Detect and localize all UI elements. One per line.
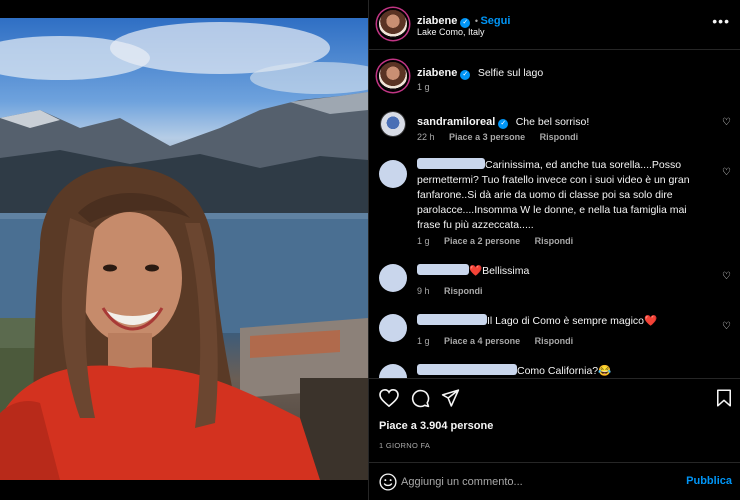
post-photo[interactable] xyxy=(0,18,368,480)
hidden-username[interactable] xyxy=(417,158,485,169)
reply-button[interactable]: Rispondi xyxy=(444,286,483,296)
post-header: ziabene ✓ • Segui Lake Como, Italy ••• xyxy=(369,0,740,50)
comment-line: Como California?😂 xyxy=(417,364,611,378)
heart-icon[interactable]: ♡ xyxy=(722,168,732,178)
hidden-username[interactable] xyxy=(417,364,517,375)
comment-meta: 22 h Piace a 3 persone Rispondi xyxy=(417,132,578,142)
verified-icon: ✓ xyxy=(460,70,471,80)
comment-avatar[interactable] xyxy=(379,364,407,378)
comment-time[interactable]: 1 g xyxy=(417,336,430,346)
comment-time[interactable]: 9 h xyxy=(417,286,430,296)
reply-button[interactable]: Rispondi xyxy=(535,236,574,246)
comment-icon[interactable] xyxy=(411,389,430,408)
comment-meta: 1 g Piace a 2 persone Rispondi xyxy=(417,236,573,246)
hidden-username[interactable] xyxy=(417,264,469,275)
caption-avatar[interactable] xyxy=(379,62,407,90)
reply-button[interactable]: Rispondi xyxy=(540,132,579,142)
comment-text: Carinissima, ed anche tua sorella....Pos… xyxy=(417,159,690,231)
heart-icon[interactable]: ♡ xyxy=(722,272,732,282)
comment-line: Carinissima, ed anche tua sorella....Pos… xyxy=(417,158,707,233)
heart-icon[interactable]: ♡ xyxy=(722,118,732,128)
comment-time[interactable]: 22 h xyxy=(417,132,435,142)
emoji-icon[interactable] xyxy=(379,473,397,491)
action-bar: Piace a 3.904 persone 1 GIORNO FA xyxy=(369,378,740,460)
author-username[interactable]: ziabene xyxy=(417,15,457,27)
comment-line: Il Lago di Como è sempre magico❤️ xyxy=(417,314,657,329)
post-panel: ziabene ✓ • Segui Lake Como, Italy ••• zi… xyxy=(369,0,740,500)
comment-text: Il Lago di Como è sempre magico❤️ xyxy=(487,315,658,327)
heart-icon[interactable] xyxy=(379,389,399,407)
comment-avatar[interactable] xyxy=(379,314,407,342)
comment-composer: Pubblica xyxy=(369,462,740,500)
comment-avatar[interactable] xyxy=(381,112,405,136)
comment-avatar[interactable] xyxy=(379,264,407,292)
comment-meta: 1 g Piace a 4 persone Rispondi xyxy=(417,336,573,346)
comment-time[interactable]: 1 g xyxy=(417,236,430,246)
comment-meta: 9 h Rispondi xyxy=(417,286,483,296)
caption-text: Selfie sul lago xyxy=(477,67,544,79)
comment-text: ❤️Bellissima xyxy=(469,265,530,277)
hidden-username[interactable] xyxy=(417,314,487,325)
author-avatar[interactable] xyxy=(379,10,407,38)
photo-illustration xyxy=(0,22,368,480)
comment-username[interactable]: sandramiloreal xyxy=(417,116,495,128)
comment-text: Como California?😂 xyxy=(517,365,612,377)
comment-text: Che bel sorriso! xyxy=(515,116,590,128)
heart-icon[interactable]: ♡ xyxy=(722,322,732,332)
post-date[interactable]: 1 GIORNO FA xyxy=(379,441,430,450)
more-horizontal-icon[interactable]: ••• xyxy=(712,13,730,29)
comment-likes[interactable]: Piace a 4 persone xyxy=(444,336,520,346)
follow-button[interactable]: Segui xyxy=(480,15,510,27)
bookmark-icon[interactable] xyxy=(717,389,731,407)
caption-time[interactable]: 1 g xyxy=(417,82,430,92)
likes-count[interactable]: Piace a 3.904 persone xyxy=(379,420,493,432)
comment-avatar[interactable] xyxy=(379,160,407,188)
comment-input[interactable] xyxy=(401,473,671,491)
caption-line: ziabene ✓ Selfie sul lago xyxy=(417,63,543,81)
caption-username[interactable]: ziabene xyxy=(417,67,457,79)
reply-button[interactable]: Rispondi xyxy=(535,336,574,346)
comment-likes[interactable]: Piace a 2 persone xyxy=(444,236,520,246)
publish-button[interactable]: Pubblica xyxy=(686,475,732,487)
comment-line: ❤️Bellissima xyxy=(417,264,529,279)
verified-icon: ✓ xyxy=(498,119,509,129)
comment-line: sandramiloreal ✓ Che bel sorriso! xyxy=(417,112,717,130)
comment-likes[interactable]: Piace a 3 persone xyxy=(449,132,525,142)
share-icon[interactable] xyxy=(441,389,460,407)
post-location[interactable]: Lake Como, Italy xyxy=(417,27,485,37)
